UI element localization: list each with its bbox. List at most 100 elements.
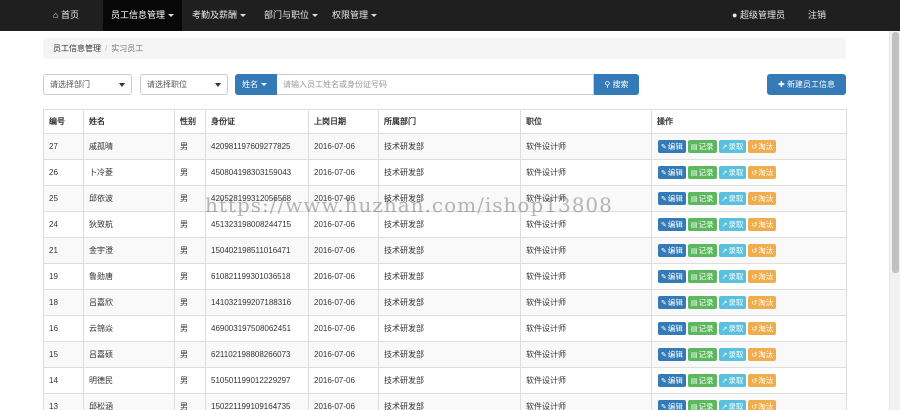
record-button[interactable]: ▤记录 [687,218,717,231]
column-header: 所属部门 [378,109,521,134]
vertical-scrollbar[interactable] [889,31,900,410]
edit-button[interactable]: ✎编辑 [658,166,686,179]
hire-icon: ↗ [721,274,728,281]
record-icon: ▤ [690,196,698,203]
reject-icon: ↺ [751,274,758,281]
action-label: 编辑 [667,324,683,333]
edit-button[interactable]: ✎编辑 [658,348,686,361]
position-select[interactable]: 请选择职位 [140,74,228,95]
hire-button[interactable]: ↗录取 [718,166,747,179]
table-cell: 技术研发部 [378,159,521,186]
edit-button[interactable]: ✎编辑 [658,218,686,231]
nav-user[interactable]: ● 超级管理员 [724,0,793,31]
scrollbar-thumb[interactable] [892,32,899,273]
hire-button[interactable]: ↗录取 [718,296,747,309]
edit-button[interactable]: ✎编辑 [658,140,686,153]
record-icon: ▤ [690,300,698,307]
action-label: 录取 [728,142,744,151]
reject-button[interactable]: ↺淘汰 [748,322,777,335]
reject-icon: ↺ [751,248,758,255]
table-cell: 技术研发部 [378,263,521,290]
reject-button[interactable]: ↺淘汰 [748,244,777,257]
search-button[interactable]: ⚲ 搜索 [594,74,639,95]
record-button[interactable]: ▤记录 [687,270,717,283]
edit-button[interactable]: ✎编辑 [658,296,686,309]
reject-button[interactable]: ↺淘汰 [748,192,777,205]
table-cell: 21 [43,237,84,264]
reject-button[interactable]: ↺淘汰 [748,296,777,309]
edit-button[interactable]: ✎编辑 [658,400,686,410]
edit-button[interactable]: ✎编辑 [658,192,686,205]
hire-icon: ↗ [721,326,728,333]
table-cell: 软件设计师 [520,159,652,186]
table-cell: 2016-07-06 [308,185,379,212]
record-button[interactable]: ▤记录 [687,140,717,153]
nav-home[interactable]: ⌂ 首页 [45,0,87,31]
logout-link[interactable]: 注销 [800,0,834,31]
edit-button[interactable]: ✎编辑 [658,374,686,387]
hire-button[interactable]: ↗录取 [718,348,747,361]
column-header: 职位 [520,109,652,134]
new-employee-button[interactable]: ✚ 新建员工信息 [767,74,846,95]
row-actions: ✎编辑 ▤记录 ↗录取 ↺淘汰 [651,159,847,186]
hire-icon: ↗ [721,300,728,307]
action-label: 淘汰 [758,194,774,203]
nav-menu-department[interactable]: 部门与职位 [256,0,326,31]
reject-button[interactable]: ↺淘汰 [748,218,777,231]
search-input[interactable] [277,74,594,95]
record-button[interactable]: ▤记录 [687,296,717,309]
hire-button[interactable]: ↗录取 [718,140,747,153]
table-cell: 2016-07-06 [308,211,379,238]
edit-icon: ✎ [661,378,667,385]
action-label: 编辑 [667,376,683,385]
dropdown-arrow-icon [119,83,125,87]
reject-button[interactable]: ↺淘汰 [748,348,777,361]
hire-button[interactable]: ↗录取 [718,400,747,410]
table-cell: 2016-07-06 [308,133,379,160]
table-row: 24 狄致航男 451323198008244715 2016-07-06 技术研发部软… [43,211,847,238]
action-label: 录取 [728,324,744,333]
edit-button[interactable]: ✎编辑 [658,322,686,335]
reject-button[interactable]: ↺淘汰 [748,400,777,410]
action-label: 淘汰 [758,324,774,333]
action-label: 记录 [698,220,714,229]
table-cell: 2016-07-06 [308,341,379,368]
nav-menu-employee[interactable]: 员工信息管理 [103,0,183,31]
hire-button[interactable]: ↗录取 [718,192,747,205]
table-cell: 技术研发部 [378,315,521,342]
record-button[interactable]: ▤记录 [687,166,717,179]
hire-icon: ↗ [721,144,728,151]
record-button[interactable]: ▤记录 [687,400,717,410]
reject-button[interactable]: ↺淘汰 [748,140,777,153]
record-button[interactable]: ▤记录 [687,192,717,205]
edit-button[interactable]: ✎编辑 [658,244,686,257]
home-icon: ⌂ [53,10,59,20]
table-cell: 15 [43,341,84,368]
reject-button[interactable]: ↺淘汰 [748,374,777,387]
hire-button[interactable]: ↗录取 [718,218,747,231]
edit-button[interactable]: ✎编辑 [658,270,686,283]
record-button[interactable]: ▤记录 [687,322,717,335]
table-row: 19 鲁勋唐男 610821199301036518 2016-07-06 技术研发部软… [43,263,847,290]
table-row: 16 云锦焱男 469003197508062451 2016-07-06 技术研发部软… [43,315,847,342]
hire-button[interactable]: ↗录取 [718,322,747,335]
table-cell: 软件设计师 [520,237,652,264]
department-select[interactable]: 请选择部门 [43,74,132,95]
nav-menu-attendance[interactable]: 考勤及薪酬 [184,0,254,31]
reject-button[interactable]: ↺淘汰 [748,166,777,179]
hire-button[interactable]: ↗录取 [718,270,747,283]
record-button[interactable]: ▤记录 [687,374,717,387]
hire-button[interactable]: ↗录取 [718,244,747,257]
record-button[interactable]: ▤记录 [687,348,717,361]
breadcrumb-root[interactable]: 员工信息管理 [53,44,101,53]
reject-button[interactable]: ↺淘汰 [748,270,777,283]
column-header: 身份证 [205,109,309,134]
record-button[interactable]: ▤记录 [687,244,717,257]
top-navbar: ⌂ 首页 员工信息管理 考勤及薪酬 部门与职位 权限管理 ● 超级管理员 注销 [0,0,900,31]
nav-menu-permission[interactable]: 权限管理 [324,0,385,31]
table-cell: 明德民 [83,367,175,394]
search-type-dropdown[interactable]: 姓名 [235,74,277,95]
hire-button[interactable]: ↗录取 [718,374,747,387]
action-label: 编辑 [667,194,683,203]
reject-icon: ↺ [751,378,758,385]
